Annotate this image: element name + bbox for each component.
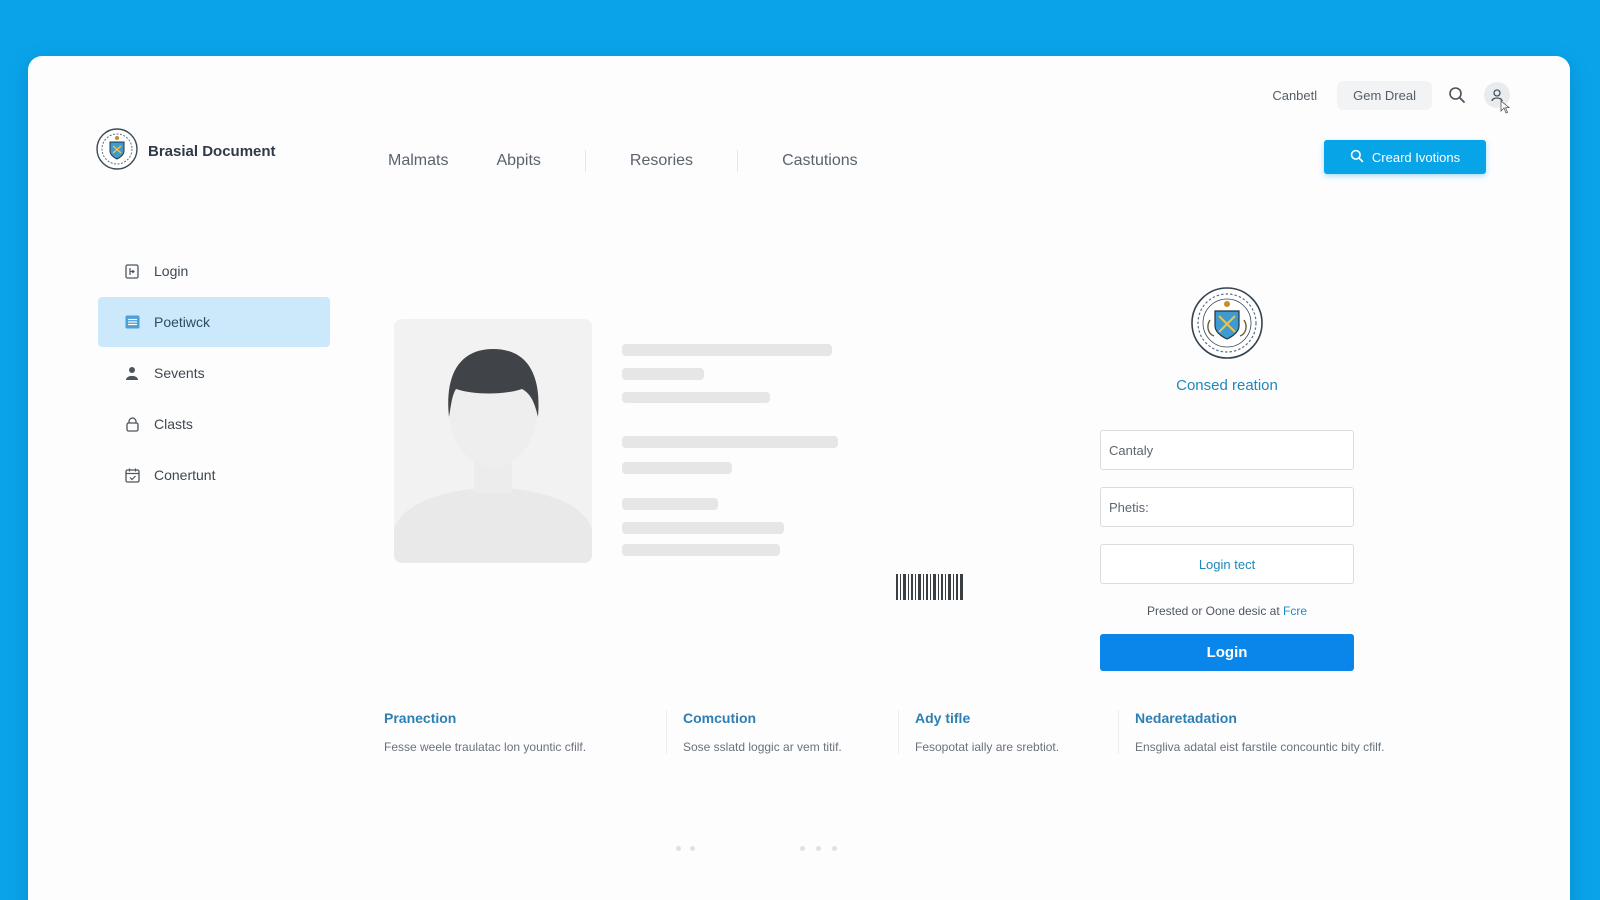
login-text-button[interactable]: Login tect <box>1100 544 1354 584</box>
pagination-dot[interactable] <box>690 846 695 851</box>
login-hint-text: Prested or Oone desic at <box>1146 604 1280 618</box>
utility-bar: Canbetl Gem Dreal <box>1262 80 1512 110</box>
mouse-cursor-icon <box>1500 100 1511 119</box>
nav-item-resories[interactable]: Resories <box>630 152 693 170</box>
login-second-field[interactable] <box>1100 487 1354 527</box>
login-first-field[interactable] <box>1100 430 1354 470</box>
placeholder-line <box>622 436 838 448</box>
nav-item-abpits[interactable]: Abpits <box>496 152 540 170</box>
sidebar-item-clasts[interactable]: Clasts <box>98 399 330 449</box>
sidebar-item-poetiwck[interactable]: Poetiwck <box>98 297 330 347</box>
feature-title[interactable]: Ady tifle <box>915 710 1102 726</box>
person-icon <box>124 365 140 381</box>
utility-chip[interactable]: Gem Dreal <box>1337 80 1432 110</box>
brand[interactable]: Brasial Document <box>96 128 276 175</box>
crest-seal-icon <box>96 128 138 175</box>
main-nav: Malmats Abpits Resories Castutions <box>388 150 858 172</box>
sidebar-item-sevents[interactable]: Sevents <box>98 348 330 398</box>
placeholder-line <box>622 462 732 474</box>
feature-title[interactable]: Comcution <box>683 710 882 726</box>
login-door-icon <box>124 263 140 279</box>
placeholder-line <box>622 368 704 380</box>
placeholder-line <box>622 344 832 356</box>
list-icon <box>124 314 140 330</box>
feature-title[interactable]: Nedaretadation <box>1135 710 1432 726</box>
login-hint: Prested or Oone desic at Fcre <box>1100 604 1354 618</box>
placeholder-line <box>622 392 770 403</box>
placeholder-line <box>622 498 718 510</box>
feature-column: Comcution Sose sslatd loggic ar vem titi… <box>666 710 898 754</box>
sidebar-item-label: Clasts <box>154 416 193 432</box>
cta-button[interactable]: Creard Ivotions <box>1324 140 1486 174</box>
feature-title[interactable]: Pranection <box>384 710 650 726</box>
nav-divider <box>584 150 586 172</box>
nav-item-castutions[interactable]: Castutions <box>782 152 858 170</box>
nav-divider <box>737 150 739 172</box>
features-row: Pranection Fesse weele traulatac lon you… <box>384 710 1448 754</box>
sidebar-item-label: Login <box>154 263 189 279</box>
pagination-dot[interactable] <box>676 846 681 851</box>
feature-column: Ady tifle Fesopotat ially are srebtiot. <box>898 710 1118 754</box>
pagination-dot[interactable] <box>800 846 805 851</box>
crest-seal-icon <box>1190 286 1264 365</box>
placeholder-line <box>622 522 784 534</box>
sidebar-item-conertunt[interactable]: Conertunt <box>98 450 330 500</box>
placeholder-line <box>622 544 780 556</box>
login-title: Consed reation <box>1176 377 1278 394</box>
barcode-icon <box>896 574 964 605</box>
sidebar: Login Poetiwck Sevents Clasts Conertunt <box>98 246 330 501</box>
login-button[interactable]: Login <box>1100 634 1354 671</box>
calendar-icon <box>124 467 140 483</box>
feature-description: Fesopotat ially are srebtiot. <box>915 740 1060 754</box>
login-hint-link[interactable]: Fcre <box>1283 604 1307 618</box>
feature-description: Fesse weele traulatac lon yountic cfilf. <box>384 740 587 754</box>
feature-column: Nedaretadation Ensgliva adatal eist fars… <box>1118 710 1448 754</box>
sidebar-item-login[interactable]: Login <box>98 246 330 296</box>
sidebar-item-label: Conertunt <box>154 467 216 483</box>
feature-description: Sose sslatd loggic ar vem titif. <box>683 740 842 754</box>
lock-icon <box>124 416 140 432</box>
search-icon[interactable] <box>1442 80 1472 110</box>
sidebar-item-label: Sevents <box>154 365 205 381</box>
profile-photo-placeholder <box>394 319 592 563</box>
pagination-dot[interactable] <box>816 846 821 851</box>
brand-name: Brasial Document <box>148 143 276 160</box>
nav-item-malmats[interactable]: Malmats <box>388 152 448 170</box>
pagination-dot[interactable] <box>832 846 837 851</box>
login-panel: Consed reation Login tect Prested or Oon… <box>1100 286 1354 671</box>
utility-link[interactable]: Canbetl <box>1262 82 1327 109</box>
cta-label: Creard Ivotions <box>1371 149 1461 165</box>
feature-column: Pranection Fesse weele traulatac lon you… <box>384 710 666 754</box>
app-window: Canbetl Gem Dreal Brasial Document Malma… <box>28 56 1570 900</box>
search-icon <box>1350 149 1364 166</box>
feature-description: Ensgliva adatal eist farstile concountic… <box>1135 740 1385 754</box>
person-silhouette-icon <box>394 349 592 563</box>
sidebar-item-label: Poetiwck <box>154 314 211 330</box>
